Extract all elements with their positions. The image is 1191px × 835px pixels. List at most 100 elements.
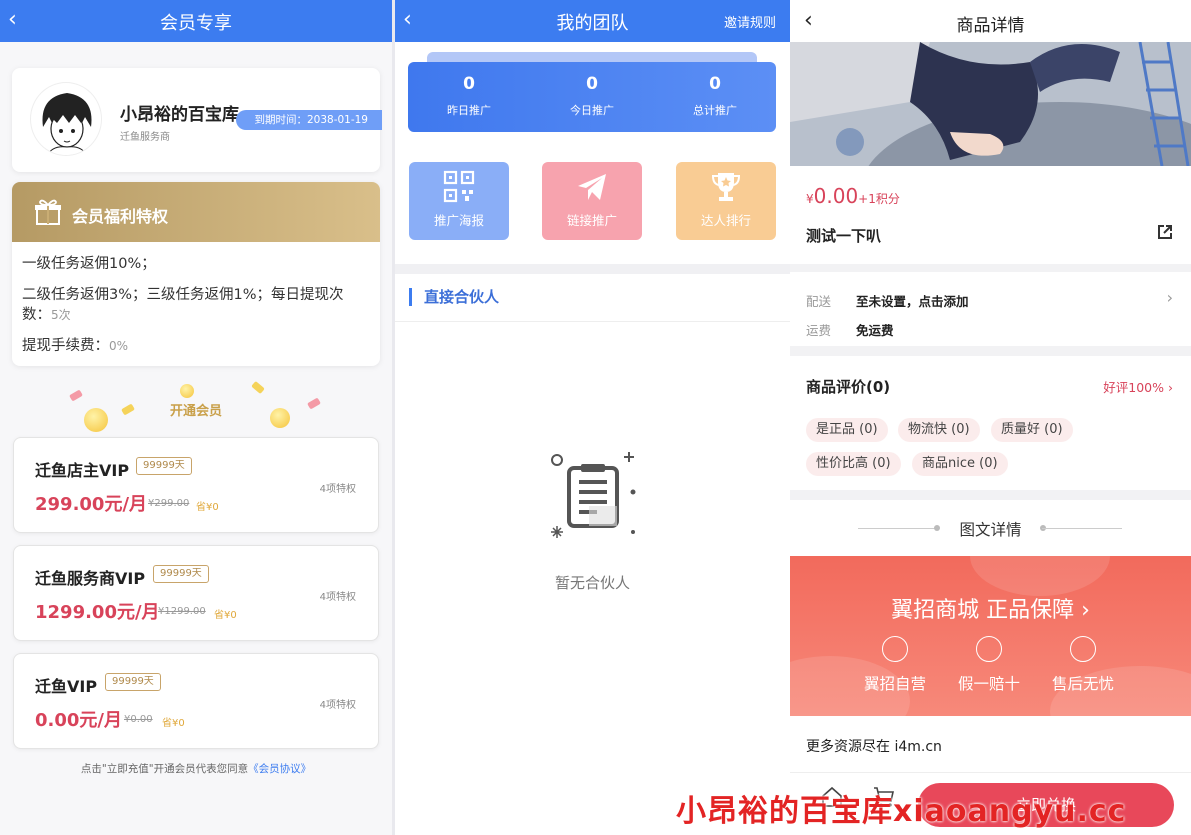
freight-value: 免运费	[856, 323, 894, 338]
plan-price: 1299.00元/月	[35, 602, 160, 623]
benefit-line-3-text: 提现手续费：	[22, 338, 109, 354]
plan-name: 迁鱼VIP	[35, 677, 98, 696]
review-tag[interactable]: 商品nice (0)	[912, 452, 1008, 476]
agreement-text: 点击"立即充值"开通会员代表您同意《会员协议》	[0, 761, 392, 776]
price-symbol: ¥	[806, 192, 814, 206]
plan-name: 迁鱼店主VIP	[35, 461, 130, 480]
tile-ranking[interactable]: 达人排行	[676, 162, 776, 240]
expire-badge: 到期时间：2038-01-19	[236, 110, 382, 130]
open-vip-label: 开通会员	[169, 404, 222, 419]
header-bar: ‹ 我的团队 邀请规则	[395, 0, 790, 42]
benefit-line-3: 提现手续费：0%	[22, 336, 370, 356]
plan-card[interactable]: 迁鱼店主VIP 99999天 299.00元/月 ¥299.00 省¥0 4项特…	[13, 437, 379, 533]
empty-text: 暂无合伙人	[554, 574, 630, 592]
review-rate: 好评100%	[1103, 380, 1165, 395]
plan-days-badge: 99999天	[153, 565, 209, 583]
tile-link[interactable]: 链接推广	[542, 162, 642, 240]
benefit-header: 会员福利特权	[12, 182, 380, 242]
product-price: ¥0.00+1积分	[806, 184, 900, 208]
detail-title: 图文详情	[959, 521, 1022, 539]
feature-label: 假一赔十	[957, 675, 1020, 693]
product-image[interactable]	[790, 42, 1191, 166]
review-tag[interactable]: 性价比高 (0)	[806, 452, 901, 476]
tile-poster[interactable]: 推广海报	[409, 162, 509, 240]
shop-icon	[882, 636, 908, 662]
watermark-text: 小昂裕的百宝库xiaoangyu.cc	[676, 794, 1127, 829]
tile-label: 推广海报	[433, 213, 484, 228]
price-points: +1积分	[858, 192, 900, 206]
plan-original-price: ¥0.00	[124, 714, 153, 725]
feature-item: 假一赔十	[944, 636, 1034, 694]
review-tag[interactable]: 质量好 (0)	[991, 418, 1073, 442]
profile-card: 小昂裕的百宝库 迁鱼服务商 到期时间：2038-01-19	[12, 68, 382, 172]
plan-privilege-count: 4项特权	[319, 592, 356, 603]
trophy-icon	[711, 173, 741, 201]
product-info: ¥0.00+1积分 测试一下叭	[790, 166, 1191, 264]
more-resources: 更多资源尽在 i4m.cn	[790, 716, 1191, 772]
stats-card: 0 昨日推广 0 今日推广 0 总计推广	[408, 62, 776, 132]
plan-original-price: ¥299.00	[148, 498, 190, 509]
plan-save: 省¥0	[196, 502, 219, 513]
invite-rules-link[interactable]: 邀请规则	[724, 12, 776, 31]
plan-privilege-count: 4项特权	[319, 484, 356, 495]
plan-price: 299.00元/月	[35, 494, 148, 515]
section-title: 直接合伙人	[409, 288, 499, 306]
avatar	[30, 82, 102, 156]
header-bar: ‹ 会员专享	[0, 0, 392, 42]
stat-value: 0	[709, 74, 721, 94]
plan-save: 省¥0	[214, 610, 237, 621]
price-value: 0.00	[813, 184, 859, 208]
delivery-label: 配送	[806, 294, 832, 309]
confetti-decoration	[251, 380, 265, 395]
banner-title-text: 翼招商城 正品保障	[891, 598, 1075, 623]
delivery-value[interactable]: 至未设置，点击添加	[856, 291, 969, 310]
review-tag[interactable]: 是正品 (0)	[806, 418, 888, 442]
review-rate-link[interactable]: 好评100% ›	[1103, 377, 1173, 396]
stat-label: 昨日推广	[447, 104, 491, 117]
review-title: 商品评价(0)	[806, 378, 891, 396]
coin-decoration	[180, 384, 194, 398]
benefit-line-2-value: 5次	[51, 308, 71, 322]
share-icon[interactable]	[1157, 224, 1173, 240]
stat-total: 0 总计推广	[654, 74, 776, 118]
stat-label: 今日推广	[570, 104, 614, 117]
profile-role: 迁鱼服务商	[120, 132, 170, 143]
agreement-link[interactable]: 《会员协议》	[248, 763, 311, 775]
paper-plane-icon	[578, 174, 606, 200]
benefit-line-1: 一级任务返佣10%；	[22, 256, 156, 272]
review-section: 商品评价(0) 好评100% › 是正品 (0) 物流快 (0) 质量好 (0)…	[790, 356, 1191, 490]
plan-card[interactable]: 迁鱼服务商VIP 99999天 1299.00元/月 ¥1299.00 省¥0 …	[13, 545, 379, 641]
plan-price: 0.00元/月	[35, 710, 122, 731]
plan-days-badge: 99999天	[136, 457, 192, 475]
benefit-line-2: 二级任务返佣3%；三级任务返佣1%；每日提现次数：5次	[22, 285, 370, 325]
product-name: 测试一下叭	[806, 227, 882, 245]
page-title: 会员专享	[160, 13, 232, 34]
plan-days-badge: 99999天	[105, 673, 161, 691]
empty-clipboard-icon	[551, 452, 636, 538]
delivery-section[interactable]: 配送 至未设置，点击添加 › 运费 免运费	[790, 272, 1191, 346]
goods-screen: ‹ 商品详情 ¥0.00+1积分 测试一下叭 配送 至未设置，点击添加 › 运费…	[790, 0, 1191, 835]
plan-name: 迁鱼服务商VIP	[35, 569, 146, 588]
review-tag[interactable]: 物流快 (0)	[898, 418, 980, 442]
benefit-title: 会员福利特权	[72, 207, 169, 226]
feature-item: 售后无忧	[1038, 636, 1128, 694]
stat-value: 0	[586, 74, 598, 94]
section-divider	[395, 264, 790, 274]
stat-label: 总计推广	[693, 104, 737, 117]
tile-label: 达人排行	[700, 213, 751, 228]
feature-label: 翼招自营	[863, 675, 926, 693]
header-bar: ‹ 商品详情	[790, 0, 1191, 42]
banner-title: 翼招商城 正品保障 ›	[891, 598, 1090, 623]
feature-label: 售后无忧	[1051, 675, 1114, 693]
profile-name: 小昂裕的百宝库	[120, 105, 239, 125]
feature-item: 翼招自营	[850, 636, 940, 694]
benefit-line-3-value: 0%	[109, 339, 129, 353]
more-resources-text: 更多资源尽在 i4m.cn	[806, 739, 942, 755]
headset-icon	[1070, 636, 1096, 662]
benefit-card: 会员福利特权 一级任务返佣10%； 二级任务返佣3%；三级任务返佣1%；每日提现…	[12, 182, 380, 366]
stat-value: 0	[463, 74, 475, 94]
stat-today: 0 今日推广	[531, 74, 653, 118]
team-screen: ‹ 我的团队 邀请规则 0 昨日推广 0 今日推广 0 总计推广 推广海报 链接…	[395, 0, 790, 835]
plan-card[interactable]: 迁鱼VIP 99999天 0.00元/月 ¥0.00 省¥0 4项特权	[13, 653, 379, 749]
member-screen: ‹ 会员专享 小昂裕的百宝库 迁鱼服务商 到期时间：2038-01-19 会员福…	[0, 0, 392, 835]
